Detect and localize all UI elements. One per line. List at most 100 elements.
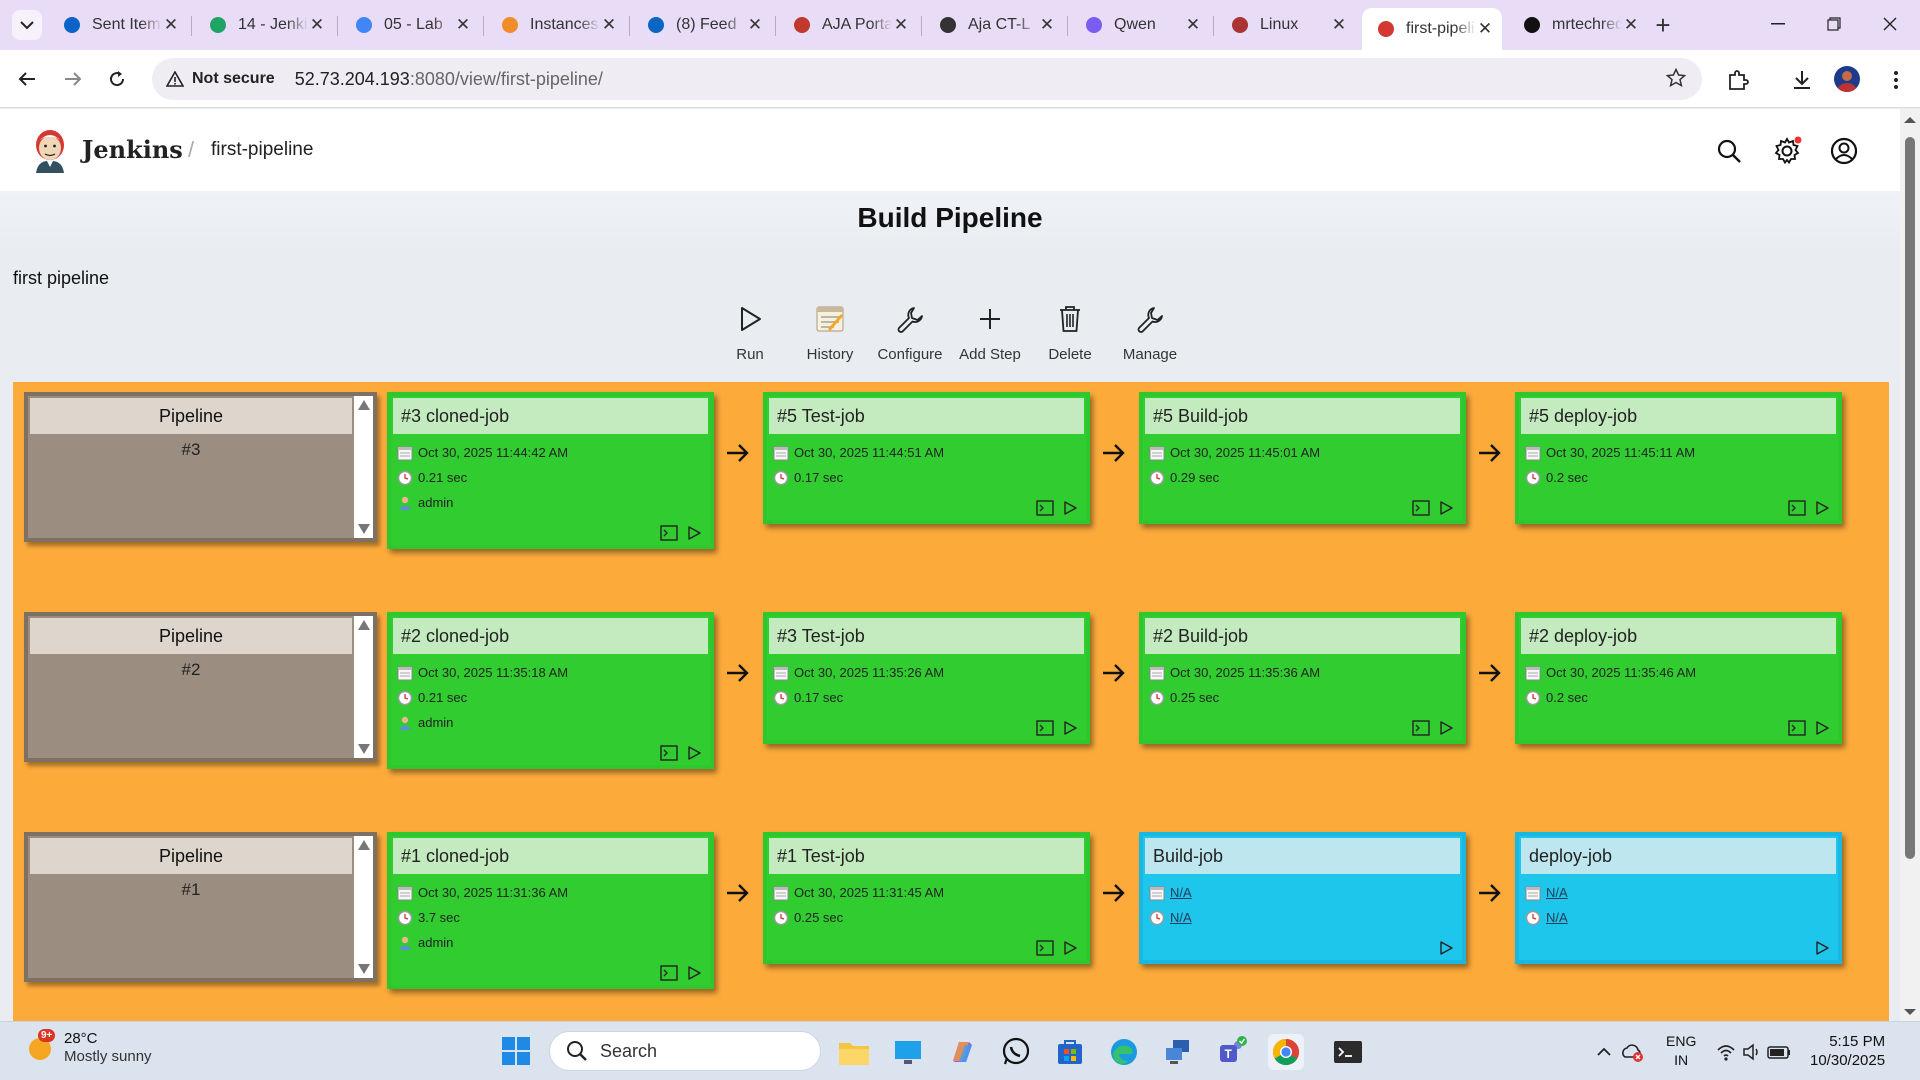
site-info-button[interactable]: Not secure [166, 70, 275, 88]
tab-search-button[interactable] [12, 10, 42, 40]
scroll-down-icon[interactable] [358, 964, 370, 974]
job-title[interactable]: #2 Build-job [1145, 618, 1460, 654]
browser-tab[interactable]: Instances ✕ [486, 8, 626, 42]
profile-avatar[interactable] [1834, 66, 1860, 92]
job-title[interactable]: #3 Test-job [769, 618, 1084, 654]
forward-button[interactable] [56, 62, 90, 96]
jenkins-brand[interactable]: Jenkins [82, 135, 183, 164]
downloads-button[interactable] [1788, 66, 1816, 94]
rebuild-play-icon[interactable] [1814, 940, 1830, 956]
edge-app[interactable] [1106, 1034, 1142, 1070]
language-indicator[interactable]: ENG IN [1666, 1032, 1696, 1070]
scroll-up-icon[interactable] [358, 400, 370, 410]
job-title[interactable]: Build-job [1145, 838, 1460, 874]
browser-tab[interactable]: Linux ✕ [1216, 8, 1356, 42]
file-explorer-app[interactable] [836, 1034, 872, 1070]
job-card[interactable]: Build-job N/A N/A [1139, 832, 1466, 964]
browser-tab[interactable]: Aja CT-L ✕ [924, 8, 1064, 42]
console-output-icon[interactable] [660, 965, 678, 981]
browser-tab[interactable]: 14 - Jenkins✕ [194, 8, 334, 42]
job-date[interactable]: N/A [1546, 885, 1568, 900]
rebuild-play-icon[interactable] [1062, 500, 1078, 516]
job-card[interactable]: #5 Build-job Oct 30, 2025 11:45:01 AM 0.29… [1139, 392, 1466, 524]
rebuild-play-icon[interactable] [1062, 940, 1078, 956]
scrollbar-thumb[interactable] [1905, 137, 1915, 859]
console-output-icon[interactable] [1788, 500, 1806, 516]
close-tab-icon[interactable]: ✕ [892, 15, 910, 35]
browser-menu-button[interactable] [1882, 66, 1910, 94]
add-step-action[interactable]: Add Step [950, 302, 1030, 363]
rebuild-play-icon[interactable] [1438, 720, 1454, 736]
rebuild-play-icon[interactable] [1814, 720, 1830, 736]
job-title[interactable]: #2 deploy-job [1521, 618, 1836, 654]
job-date[interactable]: N/A [1170, 885, 1192, 900]
manage-action[interactable]: Manage [1110, 302, 1190, 363]
scroll-up-icon[interactable] [358, 840, 370, 850]
pipeline-scrollbar[interactable] [354, 396, 373, 538]
job-card[interactable]: #1 Test-job Oct 30, 2025 11:31:45 AM 0.25 … [763, 832, 1090, 964]
configure-action[interactable]: Configure [870, 302, 950, 363]
close-tab-icon[interactable]: ✕ [1622, 15, 1640, 35]
console-output-icon[interactable] [660, 745, 678, 761]
close-tab-icon[interactable]: ✕ [162, 15, 180, 35]
browser-tab[interactable]: first-pipeline✕ [1362, 8, 1502, 50]
console-output-icon[interactable] [1412, 500, 1430, 516]
scroll-down-icon[interactable] [358, 744, 370, 754]
page-scrollbar[interactable] [1900, 109, 1920, 1021]
close-tab-icon[interactable]: ✕ [1038, 15, 1056, 35]
rebuild-play-icon[interactable] [1062, 720, 1078, 736]
remote-desktop-app[interactable] [890, 1034, 926, 1070]
rebuild-play-icon[interactable] [1438, 500, 1454, 516]
job-duration[interactable]: N/A [1546, 910, 1568, 925]
job-title[interactable]: #2 cloned-job [393, 618, 708, 654]
job-duration[interactable]: N/A [1170, 910, 1192, 925]
user-account-button[interactable] [1829, 136, 1859, 166]
history-action[interactable]: History [790, 302, 870, 363]
job-card[interactable]: #1 cloned-job Oct 30, 2025 11:31:36 AM 3.7… [387, 832, 714, 989]
browser-tab[interactable]: Qwen ✕ [1070, 8, 1210, 42]
job-title[interactable]: #5 Test-job [769, 398, 1084, 434]
job-card[interactable]: #2 cloned-job Oct 30, 2025 11:35:18 AM 0.2… [387, 612, 714, 769]
job-title[interactable]: #1 Test-job [769, 838, 1084, 874]
store-app[interactable] [1052, 1034, 1088, 1070]
weather-widget[interactable]: 9+ 28°C Mostly sunny [24, 1029, 152, 1066]
rebuild-play-icon[interactable] [686, 525, 702, 541]
pipeline-number[interactable]: #2 [28, 660, 354, 680]
rebuild-play-icon[interactable] [1814, 500, 1830, 516]
close-tab-icon[interactable]: ✕ [1476, 19, 1494, 39]
rebuild-play-icon[interactable] [686, 965, 702, 981]
job-card[interactable]: #2 deploy-job Oct 30, 2025 11:35:46 AM 0.2… [1515, 612, 1842, 744]
teams-app[interactable]: T [1214, 1034, 1250, 1070]
job-title[interactable]: #1 cloned-job [393, 838, 708, 874]
console-output-icon[interactable] [1036, 720, 1054, 736]
whatsapp-app[interactable] [998, 1034, 1034, 1070]
terminal-app[interactable] [1330, 1034, 1366, 1070]
security-tray-icon[interactable] [1614, 1034, 1650, 1070]
close-window-button[interactable] [1870, 8, 1910, 40]
back-button[interactable] [10, 62, 44, 96]
reload-button[interactable] [100, 62, 134, 96]
rebuild-play-icon[interactable] [1438, 940, 1454, 956]
pipeline-number[interactable]: #3 [28, 440, 354, 460]
job-card[interactable]: #5 deploy-job Oct 30, 2025 11:45:11 AM 0.2… [1515, 392, 1842, 524]
job-card[interactable]: #2 Build-job Oct 30, 2025 11:35:36 AM 0.25… [1139, 612, 1466, 744]
run-action[interactable]: Run [710, 302, 790, 363]
minimize-button[interactable] [1758, 8, 1798, 40]
close-tab-icon[interactable]: ✕ [600, 15, 618, 35]
scroll-down-icon[interactable] [358, 524, 370, 534]
close-tab-icon[interactable]: ✕ [746, 15, 764, 35]
extensions-button[interactable] [1724, 66, 1752, 94]
console-output-icon[interactable] [1036, 940, 1054, 956]
system-clock[interactable]: 5:15 PM 10/30/2025 [1810, 1032, 1885, 1070]
console-output-icon[interactable] [1412, 720, 1430, 736]
taskbar-search[interactable]: Search [549, 1031, 821, 1071]
scroll-up-icon[interactable] [358, 620, 370, 630]
job-title[interactable]: #5 Build-job [1145, 398, 1460, 434]
console-output-icon[interactable] [1788, 720, 1806, 736]
address-bar[interactable]: Not secure 52.73.204.193:8080/view/first… [152, 58, 1702, 100]
quick-settings-button[interactable] [1714, 1034, 1794, 1070]
job-card[interactable]: #3 cloned-job Oct 30, 2025 11:44:42 AM 0.2… [387, 392, 714, 549]
browser-tab[interactable]: Sent Items ✕ [48, 8, 188, 42]
pipeline-number[interactable]: #1 [28, 880, 354, 900]
job-card[interactable]: #3 Test-job Oct 30, 2025 11:35:26 AM 0.17 … [763, 612, 1090, 744]
